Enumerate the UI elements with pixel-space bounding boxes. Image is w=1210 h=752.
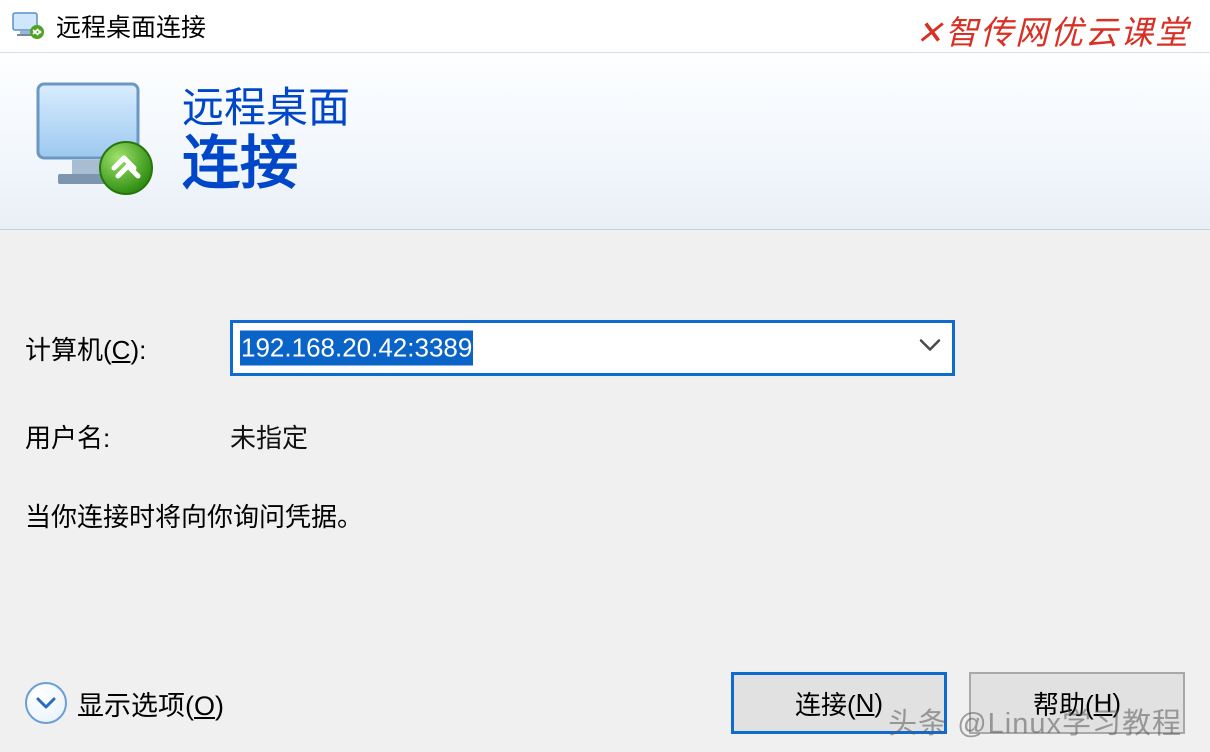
banner-titles: 远程桌面 连接: [182, 85, 350, 198]
computer-combobox[interactable]: 192.168.20.42:3389: [230, 320, 955, 376]
credentials-hint: 当你连接时将向你询问凭据。: [25, 497, 1185, 534]
watermark-top: ✕智传网优云课堂: [915, 6, 1190, 54]
rdp-small-icon: [12, 12, 46, 40]
help-button[interactable]: 帮助(H): [969, 672, 1185, 734]
username-label: 用户名:: [25, 418, 230, 455]
button-group: 连接(N) 帮助(H): [731, 672, 1185, 734]
show-options-toggle[interactable]: 显示选项(O): [25, 682, 224, 724]
rdp-large-icon: [30, 76, 160, 206]
computer-label: 计算机(C):: [25, 330, 230, 367]
close-icon[interactable]: ✕: [915, 16, 945, 52]
banner-title-line2: 连接: [182, 131, 350, 198]
computer-row: 计算机(C): 192.168.20.42:3389: [25, 320, 1185, 376]
window-title: 远程桌面连接: [56, 8, 206, 44]
username-row: 用户名: 未指定: [25, 418, 1185, 455]
banner: 远程桌面 连接: [0, 52, 1210, 230]
bottom-bar: 显示选项(O) 连接(N) 帮助(H): [0, 672, 1210, 734]
computer-input[interactable]: [230, 320, 955, 376]
connect-button[interactable]: 连接(N): [731, 672, 947, 734]
username-value: 未指定: [230, 418, 308, 455]
body-area: 计算机(C): 192.168.20.42:3389 用户名: 未指定 当你连接…: [0, 230, 1210, 752]
show-options-label: 显示选项(O): [77, 684, 224, 723]
expand-down-icon: [25, 682, 67, 724]
titlebar: 远程桌面连接 ✕智传网优云课堂: [0, 0, 1210, 52]
banner-title-line1: 远程桌面: [182, 85, 350, 131]
